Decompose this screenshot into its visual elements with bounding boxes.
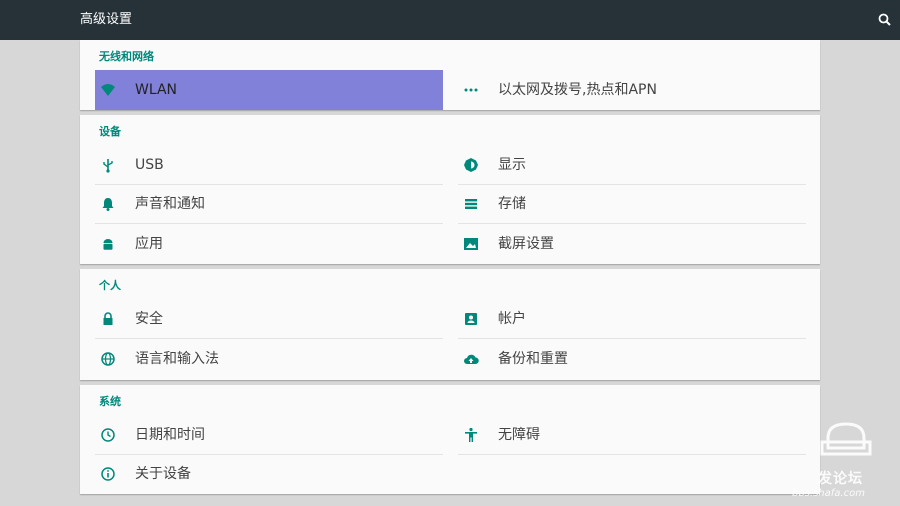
watermark-text: 发论坛 bbox=[818, 471, 863, 487]
screenshot-icon bbox=[463, 236, 479, 252]
brightness-icon bbox=[463, 157, 479, 173]
setting-backup[interactable]: 备份和重置 bbox=[458, 339, 806, 379]
setting-datetime[interactable]: 日期和时间 bbox=[95, 415, 443, 455]
setting-label: WLAN bbox=[135, 82, 178, 98]
setting-label: 存储 bbox=[498, 196, 526, 212]
setting-wlan[interactable]: WLAN bbox=[95, 70, 443, 110]
account-icon bbox=[463, 311, 479, 327]
setting-label: 截屏设置 bbox=[498, 236, 554, 252]
bell-icon bbox=[100, 196, 116, 212]
accessibility-icon bbox=[463, 427, 479, 443]
setting-label: 语言和输入法 bbox=[135, 351, 219, 367]
setting-usb[interactable]: USB bbox=[95, 145, 443, 185]
setting-label: 备份和重置 bbox=[498, 351, 568, 367]
setting-label: 关于设备 bbox=[135, 466, 191, 482]
wifi-icon bbox=[100, 82, 116, 98]
watermark-logo: 发论坛 bbs.shafa.com bbox=[788, 418, 900, 506]
page-title: 高级设置 bbox=[80, 12, 133, 27]
setting-label: 安全 bbox=[135, 311, 163, 327]
globe-icon bbox=[100, 351, 116, 367]
section-personal: 个人 安全 帐户 语言和输入法 备份和重置 bbox=[80, 269, 820, 380]
cloud-upload-icon bbox=[463, 351, 479, 367]
setting-label: 声音和通知 bbox=[135, 196, 205, 212]
lock-icon bbox=[100, 311, 116, 327]
storage-icon bbox=[463, 196, 479, 212]
setting-label: 日期和时间 bbox=[135, 427, 205, 443]
section-title-device: 设备 bbox=[99, 125, 121, 138]
clock-icon bbox=[100, 427, 116, 443]
setting-label: 显示 bbox=[498, 157, 526, 173]
setting-label: 以太网及拨号,热点和APN bbox=[498, 82, 657, 98]
setting-language[interactable]: 语言和输入法 bbox=[95, 339, 443, 379]
section-title-personal: 个人 bbox=[99, 279, 121, 292]
setting-apps[interactable]: 应用 bbox=[95, 224, 443, 264]
setting-screenshot[interactable]: 截屏设置 bbox=[458, 224, 806, 264]
setting-security[interactable]: 安全 bbox=[95, 299, 443, 339]
section-network: 无线和网络 WLAN 以太网及拨号,热点和APN bbox=[80, 40, 820, 110]
android-icon bbox=[100, 236, 116, 252]
setting-account[interactable]: 帐户 bbox=[458, 299, 806, 339]
watermark-url: bbs.shafa.com bbox=[792, 488, 865, 499]
section-title-network: 无线和网络 bbox=[99, 50, 154, 63]
setting-label: 应用 bbox=[135, 236, 163, 252]
setting-label: 无障碍 bbox=[498, 427, 540, 443]
usb-icon bbox=[100, 157, 116, 173]
more-dots-icon bbox=[463, 82, 479, 98]
setting-storage[interactable]: 存储 bbox=[458, 184, 806, 224]
section-title-system: 系统 bbox=[99, 395, 121, 408]
search-icon[interactable] bbox=[876, 11, 894, 29]
setting-ethernet[interactable]: 以太网及拨号,热点和APN bbox=[458, 70, 806, 110]
setting-label: USB bbox=[135, 157, 164, 173]
setting-label: 帐户 bbox=[498, 311, 526, 327]
setting-sound[interactable]: 声音和通知 bbox=[95, 184, 443, 224]
setting-display[interactable]: 显示 bbox=[458, 145, 806, 185]
setting-accessibility[interactable]: 无障碍 bbox=[458, 415, 806, 455]
setting-about[interactable]: 关于设备 bbox=[95, 454, 443, 494]
sofa-logo-icon bbox=[820, 422, 872, 456]
section-device: 设备 USB 显示 声音和通知 存储 应用 截屏设置 bbox=[80, 115, 820, 264]
app-bar: 高级设置 bbox=[0, 0, 900, 40]
info-icon bbox=[100, 466, 116, 482]
section-system: 系统 日期和时间 无障碍 关于设备 bbox=[80, 385, 820, 494]
